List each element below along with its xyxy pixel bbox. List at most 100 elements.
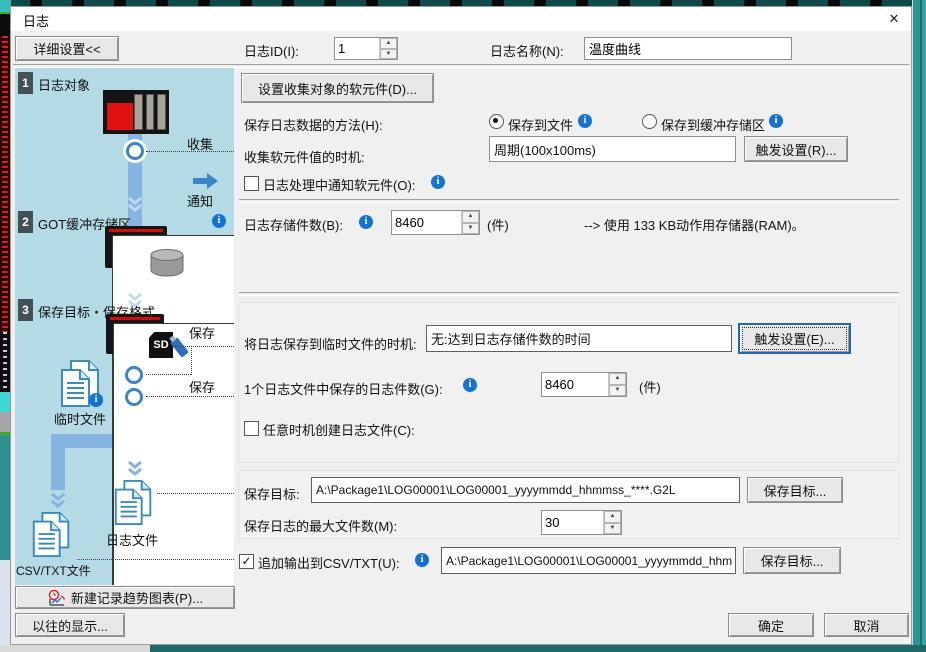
plc-module bbox=[134, 94, 143, 130]
save-node-2-icon bbox=[125, 388, 143, 406]
notify-arrow-icon bbox=[193, 172, 219, 190]
csv-file-label: CSV/TXT文件 bbox=[16, 562, 91, 579]
csv-save-target-button[interactable]: 保存目标... bbox=[743, 547, 841, 574]
temp-timing-label: 将日志保存到临时文件的时机: bbox=[244, 334, 417, 353]
info-icon: i bbox=[769, 114, 783, 128]
trigger-settings-r-button[interactable]: 触发设置(R)... bbox=[744, 136, 848, 162]
radio-save-to-file[interactable] bbox=[489, 114, 504, 129]
new-trend-chart-button[interactable]: 新建记录趋势图表(P)... bbox=[15, 586, 235, 609]
log-id-spinner: ▲ ▼ bbox=[334, 37, 398, 60]
step-2-badge: 2 bbox=[18, 211, 33, 233]
log-id-input[interactable] bbox=[335, 38, 379, 59]
spin-down-icon[interactable]: ▼ bbox=[462, 223, 479, 235]
legacy-display-button[interactable]: 以往的显示... bbox=[15, 613, 125, 637]
set-collect-devices-button[interactable]: 设置收集对象的软元件(D)... bbox=[241, 73, 434, 103]
chevron-down-icon bbox=[51, 492, 65, 510]
csv-file-dotted-line bbox=[77, 559, 234, 560]
spin-up-icon[interactable]: ▲ bbox=[380, 38, 397, 49]
step-3-badge: 3 bbox=[18, 299, 33, 321]
notify-device-checkbox[interactable] bbox=[244, 176, 259, 191]
spin-down-icon[interactable]: ▼ bbox=[609, 385, 626, 397]
background-left-white-dots bbox=[3, 332, 7, 392]
background-bottom-strip bbox=[0, 645, 926, 652]
plc-modules bbox=[134, 94, 166, 130]
any-timing-label[interactable]: 任意时机创建日志文件(C): bbox=[263, 420, 415, 439]
ok-button[interactable]: 确定 bbox=[728, 613, 814, 637]
trigger-settings-e-button[interactable]: 触发设置(E)... bbox=[738, 323, 851, 354]
step-1-label: 日志对象 bbox=[38, 75, 90, 94]
info-icon: i bbox=[431, 175, 445, 189]
sd-card-icon: SD bbox=[149, 332, 173, 358]
close-icon[interactable]: ✕ bbox=[885, 10, 903, 28]
plc-cpu-block bbox=[107, 103, 133, 130]
storage-count-input[interactable] bbox=[392, 211, 461, 234]
csv-output-checkbox[interactable]: ✓ bbox=[239, 554, 254, 569]
per-file-count-unit: (件) bbox=[639, 377, 661, 396]
spin-up-icon[interactable]: ▲ bbox=[609, 373, 626, 385]
log-file-label: 日志文件 bbox=[106, 530, 158, 549]
log-name-input[interactable] bbox=[584, 37, 792, 60]
radio-save-to-buffer-label[interactable]: 保存到缓冲存储区 bbox=[661, 115, 765, 134]
save-method-label: 保存日志数据的方法(H): bbox=[244, 115, 383, 134]
flow-band-left bbox=[51, 434, 65, 490]
spin-up-icon[interactable]: ▲ bbox=[604, 511, 621, 523]
collect-timing-label: 收集软元件值的时机: bbox=[244, 147, 365, 166]
any-timing-checkbox[interactable] bbox=[244, 421, 259, 436]
storage-count-label: 日志存储件数(B): bbox=[244, 215, 343, 234]
chevron-down-icon bbox=[128, 460, 142, 478]
spin-up-icon[interactable]: ▲ bbox=[462, 211, 479, 223]
buffer-cylinder-icon bbox=[148, 248, 186, 277]
save-node-1-icon bbox=[125, 366, 143, 384]
save-dotted-line-1 bbox=[171, 346, 234, 347]
got-red-stripe bbox=[109, 229, 163, 232]
spin-down-icon[interactable]: ▼ bbox=[604, 523, 621, 535]
log-name-label: 日志名称(N): bbox=[490, 41, 564, 60]
ram-usage-note: --> 使用 133 KB动作用存储器(RAM)。 bbox=[584, 215, 805, 234]
log-settings-dialog: 日志 ✕ 详细设置<< 日志ID(I): ▲ ▼ 日志名称(N): 1 日志对象 bbox=[10, 6, 912, 645]
storage-count-spin-buttons: ▲ ▼ bbox=[461, 211, 479, 234]
max-files-label: 保存日志的最大文件数(M): bbox=[244, 516, 397, 535]
log-file-dotted-line bbox=[157, 493, 234, 494]
max-files-spinner: ▲ ▼ bbox=[541, 510, 622, 535]
save-dotted-line-2 bbox=[146, 396, 234, 397]
per-file-count-spinner: ▲ ▼ bbox=[541, 372, 627, 397]
save-target-field[interactable]: A:\Package1\LOG00001\LOG00001_yyyymmdd_h… bbox=[311, 477, 740, 503]
plc-module bbox=[157, 94, 166, 130]
collect-label: 收集 bbox=[187, 134, 213, 153]
radio-save-to-buffer[interactable] bbox=[642, 114, 657, 129]
max-files-input[interactable] bbox=[542, 511, 603, 534]
log-flow-diagram-panel: 1 日志对象 收集 bbox=[15, 68, 234, 585]
per-file-count-label: 1个日志文件中保存的日志件数(G): bbox=[244, 379, 443, 398]
log-id-label: 日志ID(I): bbox=[244, 41, 299, 60]
storage-count-spinner: ▲ ▼ bbox=[391, 210, 480, 235]
step-1-badge: 1 bbox=[18, 72, 33, 94]
log-file-icon bbox=[111, 479, 157, 527]
save-target-button[interactable]: 保存目标... bbox=[747, 477, 843, 503]
info-icon: i bbox=[463, 378, 477, 392]
info-icon: i bbox=[359, 215, 373, 229]
trend-chart-icon bbox=[47, 589, 67, 607]
csv-path-field[interactable]: A:\Package1\LOG00001\LOG00001_yyyymmdd_h… bbox=[441, 547, 736, 574]
dialog-title: 日志 bbox=[23, 11, 49, 30]
got-red-stripe bbox=[110, 317, 160, 320]
notify-label: 通知 bbox=[187, 191, 213, 210]
separator-1 bbox=[239, 199, 899, 203]
per-file-count-input[interactable] bbox=[542, 373, 608, 396]
temp-timing-field[interactable]: 无:达到日志存储件数的时间 bbox=[426, 325, 732, 352]
detail-settings-button[interactable]: 详细设置<< bbox=[15, 36, 119, 61]
collect-timing-field[interactable]: 周期(100x100ms) bbox=[489, 136, 736, 162]
new-trend-chart-label: 新建记录趋势图表(P)... bbox=[71, 588, 203, 607]
separator-2 bbox=[239, 292, 899, 296]
per-file-count-spin-buttons: ▲ ▼ bbox=[608, 373, 626, 396]
collect-node-icon bbox=[126, 142, 144, 160]
save-label-1: 保存 bbox=[189, 323, 215, 342]
notify-device-label[interactable]: 日志处理中通知软元件(O): bbox=[263, 175, 415, 194]
storage-count-unit: (件) bbox=[487, 215, 509, 234]
save-dotted-line-1h bbox=[146, 374, 191, 375]
csv-output-label[interactable]: 追加输出到CSV/TXT(U): bbox=[258, 553, 400, 572]
spin-down-icon[interactable]: ▼ bbox=[380, 49, 397, 60]
cancel-button[interactable]: 取消 bbox=[824, 613, 909, 637]
radio-save-to-file-label[interactable]: 保存到文件 bbox=[508, 115, 573, 134]
background-right-strip bbox=[912, 0, 926, 652]
info-icon: i bbox=[89, 393, 103, 407]
